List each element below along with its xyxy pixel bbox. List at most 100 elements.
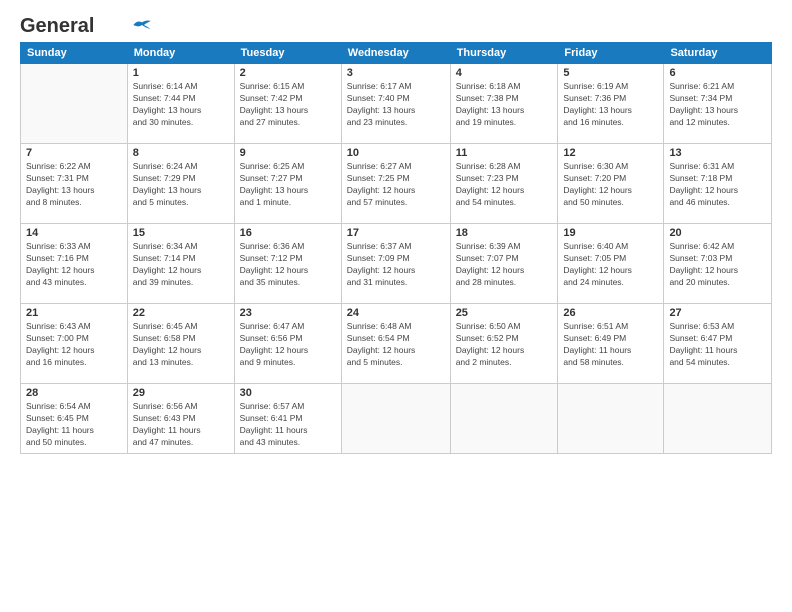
weekday-header-saturday: Saturday: [664, 43, 772, 64]
calendar-cell: 28 Sunrise: 6:54 AMSunset: 6:45 PMDayligh…: [21, 384, 128, 454]
calendar-cell: 9Sunrise: 6:25 AMSunset: 7:27 PMDaylight…: [234, 144, 341, 224]
calendar-cell: 26Sunrise: 6:51 AMSunset: 6:49 PMDayligh…: [558, 304, 664, 384]
day-info: Sunrise: 6:54 AMSunset: 6:45 PMDaylight:…: [26, 401, 122, 449]
day-number: 5: [563, 67, 658, 79]
calendar-week-3: 14 Sunrise: 6:33 AMSunset: 7:16 PMDayligh…: [21, 224, 772, 304]
day-info: Sunrise: 6:19 AMSunset: 7:36 PMDaylight:…: [563, 81, 658, 129]
calendar-cell: 1 Sunrise: 6:14 AMSunset: 7:44 PMDaylight…: [127, 64, 234, 144]
day-info: Sunrise: 6:47 AMSunset: 6:56 PMDaylight:…: [240, 321, 336, 369]
day-number: 15: [133, 227, 229, 239]
calendar-cell: 12 Sunrise: 6:30 AMSunset: 7:20 PMDayligh…: [558, 144, 664, 224]
day-number: 29: [133, 387, 229, 399]
weekday-header-sunday: Sunday: [21, 43, 128, 64]
calendar-cell: 2 Sunrise: 6:15 AMSunset: 7:42 PMDaylight…: [234, 64, 341, 144]
day-info: Sunrise: 6:15 AMSunset: 7:42 PMDaylight:…: [240, 81, 336, 129]
day-info: Sunrise: 6:48 AMSunset: 6:54 PMDaylight:…: [347, 321, 445, 369]
day-number: 2: [240, 67, 336, 79]
day-info: Sunrise: 6:56 AMSunset: 6:43 PMDaylight:…: [133, 401, 229, 449]
calendar-cell: 27 Sunrise: 6:53 AMSunset: 6:47 PMDayligh…: [664, 304, 772, 384]
day-info: Sunrise: 6:45 AMSunset: 6:58 PMDaylight:…: [133, 321, 229, 369]
weekday-header-friday: Friday: [558, 43, 664, 64]
day-number: 12: [563, 147, 658, 159]
calendar-cell: 4 Sunrise: 6:18 AMSunset: 7:38 PMDaylight…: [450, 64, 558, 144]
calendar-header-row: SundayMondayTuesdayWednesdayThursdayFrid…: [21, 43, 772, 64]
day-number: 11: [456, 147, 553, 159]
day-number: 14: [26, 227, 122, 239]
calendar-week-5: 28 Sunrise: 6:54 AMSunset: 6:45 PMDayligh…: [21, 384, 772, 454]
calendar-cell: 3Sunrise: 6:17 AMSunset: 7:40 PMDaylight…: [341, 64, 450, 144]
calendar-cell: 29 Sunrise: 6:56 AMSunset: 6:43 PMDayligh…: [127, 384, 234, 454]
day-info: Sunrise: 6:34 AMSunset: 7:14 PMDaylight:…: [133, 241, 229, 289]
calendar-cell: [450, 384, 558, 454]
day-number: 25: [456, 307, 553, 319]
day-info: Sunrise: 6:17 AMSunset: 7:40 PMDaylight:…: [347, 81, 445, 129]
calendar-cell: 11Sunrise: 6:28 AMSunset: 7:23 PMDayligh…: [450, 144, 558, 224]
calendar-cell: 30 Sunrise: 6:57 AMSunset: 6:41 PMDayligh…: [234, 384, 341, 454]
day-info: Sunrise: 6:40 AMSunset: 7:05 PMDaylight:…: [563, 241, 658, 289]
page: General SundayMondayTuesdayWednesdayThur…: [0, 0, 792, 612]
day-info: Sunrise: 6:53 AMSunset: 6:47 PMDaylight:…: [669, 321, 766, 369]
day-number: 17: [347, 227, 445, 239]
calendar-cell: 17Sunrise: 6:37 AMSunset: 7:09 PMDayligh…: [341, 224, 450, 304]
calendar-cell: 22 Sunrise: 6:45 AMSunset: 6:58 PMDayligh…: [127, 304, 234, 384]
day-number: 23: [240, 307, 336, 319]
day-number: 30: [240, 387, 336, 399]
day-number: 8: [133, 147, 229, 159]
calendar-cell: 10 Sunrise: 6:27 AMSunset: 7:25 PMDayligh…: [341, 144, 450, 224]
day-number: 4: [456, 67, 553, 79]
calendar-cell: 5 Sunrise: 6:19 AMSunset: 7:36 PMDaylight…: [558, 64, 664, 144]
bird-icon: [132, 18, 152, 32]
calendar-cell: 24 Sunrise: 6:48 AMSunset: 6:54 PMDayligh…: [341, 304, 450, 384]
calendar-cell: [21, 64, 128, 144]
calendar-cell: 18 Sunrise: 6:39 AMSunset: 7:07 PMDayligh…: [450, 224, 558, 304]
day-number: 18: [456, 227, 553, 239]
day-number: 24: [347, 307, 445, 319]
day-info: Sunrise: 6:57 AMSunset: 6:41 PMDaylight:…: [240, 401, 336, 449]
calendar-cell: [558, 384, 664, 454]
calendar-cell: 21Sunrise: 6:43 AMSunset: 7:00 PMDayligh…: [21, 304, 128, 384]
calendar-cell: 16 Sunrise: 6:36 AMSunset: 7:12 PMDayligh…: [234, 224, 341, 304]
day-info: Sunrise: 6:50 AMSunset: 6:52 PMDaylight:…: [456, 321, 553, 369]
header: General: [20, 16, 772, 34]
day-number: 21: [26, 307, 122, 319]
day-number: 13: [669, 147, 766, 159]
calendar-cell: 23 Sunrise: 6:47 AMSunset: 6:56 PMDayligh…: [234, 304, 341, 384]
weekday-header-monday: Monday: [127, 43, 234, 64]
day-info: Sunrise: 6:36 AMSunset: 7:12 PMDaylight:…: [240, 241, 336, 289]
calendar-cell: 7 Sunrise: 6:22 AMSunset: 7:31 PMDaylight…: [21, 144, 128, 224]
day-number: 20: [669, 227, 766, 239]
weekday-header-thursday: Thursday: [450, 43, 558, 64]
day-info: Sunrise: 6:14 AMSunset: 7:44 PMDaylight:…: [133, 81, 229, 129]
day-info: Sunrise: 6:22 AMSunset: 7:31 PMDaylight:…: [26, 161, 122, 209]
day-info: Sunrise: 6:21 AMSunset: 7:34 PMDaylight:…: [669, 81, 766, 129]
weekday-header-wednesday: Wednesday: [341, 43, 450, 64]
calendar-cell: [664, 384, 772, 454]
day-info: Sunrise: 6:33 AMSunset: 7:16 PMDaylight:…: [26, 241, 122, 289]
day-number: 22: [133, 307, 229, 319]
calendar-week-4: 21Sunrise: 6:43 AMSunset: 7:00 PMDayligh…: [21, 304, 772, 384]
day-number: 10: [347, 147, 445, 159]
calendar-cell: [341, 384, 450, 454]
day-number: 1: [133, 67, 229, 79]
calendar-cell: 15 Sunrise: 6:34 AMSunset: 7:14 PMDayligh…: [127, 224, 234, 304]
day-info: Sunrise: 6:42 AMSunset: 7:03 PMDaylight:…: [669, 241, 766, 289]
calendar-week-2: 7 Sunrise: 6:22 AMSunset: 7:31 PMDaylight…: [21, 144, 772, 224]
calendar-cell: 13 Sunrise: 6:31 AMSunset: 7:18 PMDayligh…: [664, 144, 772, 224]
day-number: 27: [669, 307, 766, 319]
day-number: 28: [26, 387, 122, 399]
day-number: 19: [563, 227, 658, 239]
day-info: Sunrise: 6:39 AMSunset: 7:07 PMDaylight:…: [456, 241, 553, 289]
calendar-week-1: 1 Sunrise: 6:14 AMSunset: 7:44 PMDaylight…: [21, 64, 772, 144]
logo: General: [20, 16, 152, 34]
day-info: Sunrise: 6:27 AMSunset: 7:25 PMDaylight:…: [347, 161, 445, 209]
day-info: Sunrise: 6:31 AMSunset: 7:18 PMDaylight:…: [669, 161, 766, 209]
day-info: Sunrise: 6:51 AMSunset: 6:49 PMDaylight:…: [563, 321, 658, 369]
day-info: Sunrise: 6:25 AMSunset: 7:27 PMDaylight:…: [240, 161, 336, 209]
day-number: 16: [240, 227, 336, 239]
calendar-cell: 25 Sunrise: 6:50 AMSunset: 6:52 PMDayligh…: [450, 304, 558, 384]
day-info: Sunrise: 6:18 AMSunset: 7:38 PMDaylight:…: [456, 81, 553, 129]
day-number: 7: [26, 147, 122, 159]
day-info: Sunrise: 6:24 AMSunset: 7:29 PMDaylight:…: [133, 161, 229, 209]
day-number: 6: [669, 67, 766, 79]
day-info: Sunrise: 6:30 AMSunset: 7:20 PMDaylight:…: [563, 161, 658, 209]
